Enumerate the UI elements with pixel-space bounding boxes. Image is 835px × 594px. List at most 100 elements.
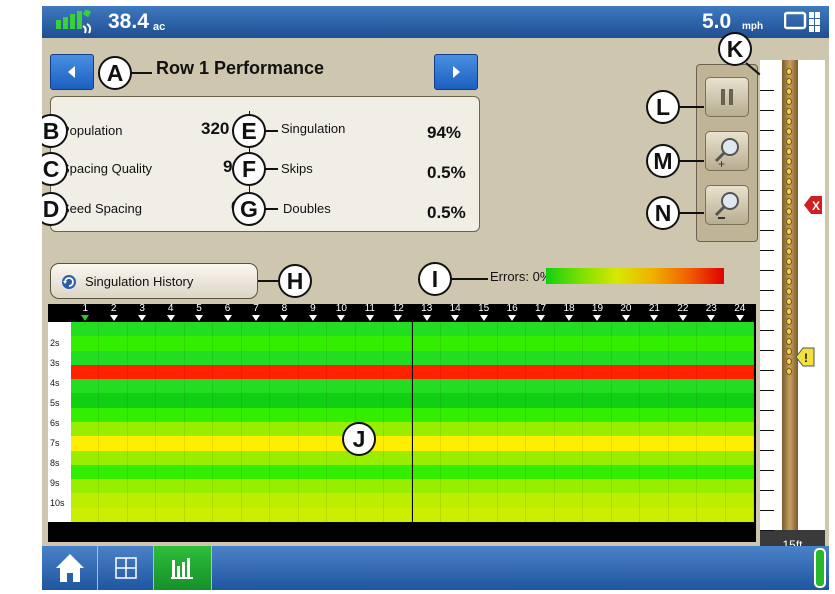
grid-cell [99,450,128,466]
singulation-history-grid: 1 2 3 4 5 6 7 8 9 10 11 12 13 14 15 16 17 18 19 20 21 22 23 24 … [48,304,756,542]
grid-cell [554,450,584,466]
grid-cell [412,464,441,480]
grid-cell [412,450,441,466]
grid-cell [469,350,498,366]
grid-cell [412,364,441,380]
grid-cell [611,350,641,366]
grid-cell [469,507,498,523]
column-header[interactable]: 13 [413,304,441,321]
ruler-tick [760,370,774,371]
grid-cell [71,436,100,452]
grid-cell [270,436,299,452]
doubles-label: Doubles [283,201,331,216]
column-header[interactable]: 6 [213,304,241,321]
grid-cell [241,364,271,380]
column-header[interactable]: 15 [469,304,497,321]
singulation-label: Singulation [281,121,346,136]
column-header[interactable]: 7 [242,304,270,321]
singulation-history-button[interactable]: Singulation History [50,263,258,299]
column-header[interactable]: 17 [526,304,554,321]
column-marker-icon [707,315,716,321]
column-header[interactable]: 24 [726,304,754,321]
column-header[interactable]: 14 [441,304,469,321]
zoom-out-button[interactable] [705,185,749,225]
grid-cell [526,493,555,509]
grid-cell [668,507,698,523]
grid-cell [71,507,100,523]
grid-cell [71,450,100,466]
area-value: 38.4 [108,10,149,33]
home-button[interactable] [42,546,98,590]
grid-cell [497,393,527,409]
column-header[interactable]: 4 [156,304,184,321]
seed-icon [786,308,792,315]
grid-cell [697,407,726,423]
grid-cell [127,336,157,352]
column-header[interactable]: 5 [185,304,213,321]
column-marker-icon [650,315,659,321]
seed-icon [786,268,792,275]
grid-cell [241,322,271,337]
grid-cell [156,507,185,523]
ruler-tick [760,490,774,491]
next-row-button[interactable] [434,54,478,90]
column-header[interactable]: 9 [299,304,327,321]
callout-j: J [342,422,376,456]
column-header[interactable]: 22 [669,304,697,321]
grid-cell [725,336,754,352]
performance-button[interactable] [154,546,212,590]
ruler-tick [760,150,774,151]
column-header[interactable]: 23 [697,304,725,321]
grid-cell [127,393,157,409]
grid-cell [241,479,271,494]
column-number: 8 [281,303,288,314]
display-settings-icon[interactable] [784,11,824,33]
pause-button[interactable] [705,77,749,117]
grid-cell [156,322,185,337]
column-header[interactable]: 20 [612,304,640,321]
grid-cell [184,379,214,394]
zoom-out-icon [714,192,739,219]
grid-cell [241,407,271,423]
grid-cell [71,479,100,494]
column-header[interactable]: 1 [71,304,99,321]
grid-cell [668,364,698,380]
column-header[interactable]: 12 [384,304,412,321]
grid-cell [554,436,584,452]
grid-cell [668,493,698,509]
seed-icon [786,318,792,325]
grid-cell [725,364,754,380]
grid-cell [127,350,157,366]
column-header[interactable]: 3 [128,304,156,321]
grid-cell [184,322,214,337]
grid-cell [497,464,527,480]
grid-cell [184,364,214,380]
grid-cell [184,350,214,366]
grid-cell [270,336,299,352]
grid-view-button[interactable] [98,546,154,590]
grid-cell [469,479,498,494]
zoom-in-button[interactable]: + [705,131,749,171]
ruler-tick [760,290,774,291]
grid-cell [583,364,612,380]
grid-cell [668,379,698,394]
grid-cell [697,493,726,509]
column-header[interactable]: 2 [99,304,127,321]
column-header[interactable]: 19 [583,304,611,321]
seed-icon [786,168,792,175]
previous-row-button[interactable] [50,54,94,90]
column-header[interactable]: 8 [270,304,298,321]
column-header[interactable]: 10 [327,304,355,321]
column-header[interactable]: 18 [555,304,583,321]
grid-cell [298,350,328,366]
grid-cell [611,450,641,466]
column-header[interactable]: 16 [498,304,526,321]
callout-e: E [232,114,266,148]
grid-cell [640,393,669,409]
grid-cell [127,364,157,380]
gps-satellite-icon[interactable] [54,10,98,34]
column-header[interactable]: 11 [356,304,384,321]
column-header[interactable]: 21 [640,304,668,321]
grid-cell [384,322,413,337]
grid-cell [611,393,641,409]
